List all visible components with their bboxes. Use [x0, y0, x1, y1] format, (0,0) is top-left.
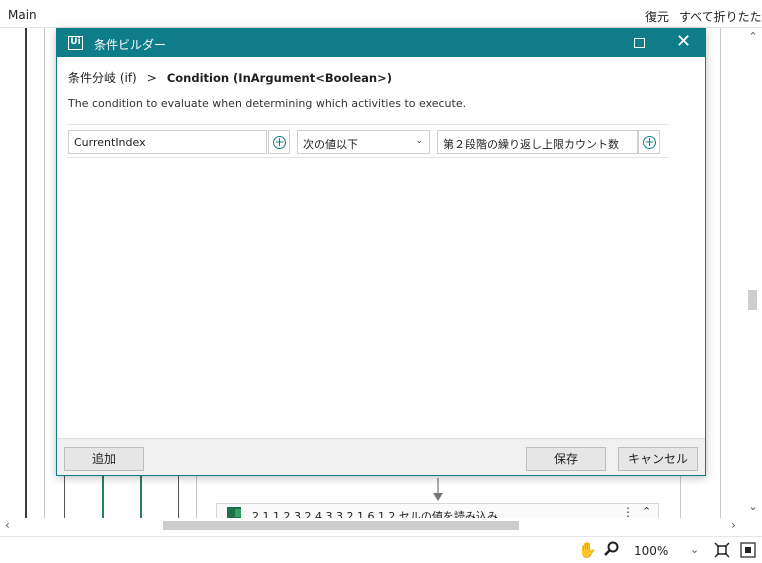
chevron-up-icon[interactable]: ⌃: [642, 505, 651, 518]
chevron-down-icon[interactable]: ⌄: [690, 543, 699, 556]
vertical-scrollbar[interactable]: ⌃ ⌄: [744, 28, 762, 518]
dialog-title: 条件ビルダー: [94, 38, 167, 52]
hand-pan-icon[interactable]: ✋: [578, 541, 597, 559]
breadcrumb-root[interactable]: 条件分岐 (if): [68, 71, 137, 85]
left-operand-input[interactable]: CurrentIndex: [68, 130, 267, 154]
status-bar: ✋ 100% ⌄: [0, 536, 762, 563]
connector-line: [178, 476, 179, 518]
right-operand-plus-button[interactable]: +: [638, 130, 660, 154]
connector-line: [140, 476, 142, 518]
more-options-icon[interactable]: ⋮: [622, 505, 634, 518]
horizontal-scrollbar[interactable]: ‹ ›: [0, 518, 744, 534]
uipath-logo-icon: Ui: [68, 36, 83, 50]
breadcrumb-current: Condition (InArgument<Boolean>): [166, 71, 393, 85]
zoom-level[interactable]: 100%: [634, 544, 668, 558]
connector-line: [64, 476, 65, 518]
plus-circle-icon: +: [273, 135, 286, 149]
fit-to-screen-icon[interactable]: [714, 542, 730, 558]
breadcrumb-separator: >: [146, 71, 157, 85]
restore-link[interactable]: 復元: [645, 8, 669, 25]
operator-value: 次の値以下: [303, 138, 358, 151]
scroll-right-icon[interactable]: ›: [731, 518, 736, 532]
plus-circle-icon: +: [643, 135, 656, 149]
dialog-footer: 追加 保存 キャンセル: [57, 438, 705, 475]
activity-title: 2.1.1.2.3.2.4.3.3.2.1.6.1.2 セルの値を読み込み: [252, 510, 498, 518]
designer-header: Main 復元 すべて折りたたむ: [0, 0, 762, 41]
scroll-thumb[interactable]: [163, 521, 519, 530]
left-operand-plus-button[interactable]: +: [268, 130, 290, 154]
chevron-down-icon: ⌄: [415, 136, 423, 146]
sequence-border-line: [44, 28, 45, 518]
connector-line: [102, 476, 104, 518]
sequence-border-line: [25, 28, 27, 518]
add-condition-button[interactable]: 追加: [64, 447, 144, 471]
flow-arrow-icon: [433, 478, 443, 501]
property-description: The condition to evaluate when determini…: [68, 97, 467, 110]
sequence-border-line: [720, 28, 721, 518]
overview-icon[interactable]: [740, 542, 756, 558]
dialog-titlebar[interactable]: Ui 条件ビルダー ✕: [57, 29, 705, 57]
close-icon[interactable]: ✕: [676, 32, 691, 52]
connector-line: [196, 476, 197, 518]
excel-icon: [227, 507, 241, 518]
activity-card[interactable]: 2.1.1.2.3.2.4.3.3.2.1.6.1.2 セルの値を読み込み ⋮ …: [216, 503, 659, 518]
scroll-thumb[interactable]: [748, 290, 757, 310]
maximize-icon[interactable]: [634, 38, 645, 48]
breadcrumb: 条件分岐 (if) > Condition (InArgument<Boolean>…: [68, 69, 392, 86]
scroll-up-icon[interactable]: ⌃: [744, 30, 762, 43]
workflow-title: Main: [8, 8, 37, 22]
cancel-button[interactable]: キャンセル: [618, 447, 698, 471]
condition-builder-dialog: Ui 条件ビルダー ✕ 条件分岐 (if) > Condition (InArgum…: [56, 28, 706, 476]
operator-select[interactable]: 次の値以下 ⌄: [297, 130, 430, 154]
save-button[interactable]: 保存: [526, 447, 606, 471]
scroll-down-icon[interactable]: ⌄: [744, 500, 762, 513]
condition-row: CurrentIndex + 次の値以下 ⌄ 第２段階の繰り返し上限カウント数 …: [67, 124, 669, 158]
right-operand-input[interactable]: 第２段階の繰り返し上限カウント数: [437, 130, 638, 154]
zoom-search-icon[interactable]: [603, 541, 619, 557]
scroll-left-icon[interactable]: ‹: [5, 518, 10, 532]
